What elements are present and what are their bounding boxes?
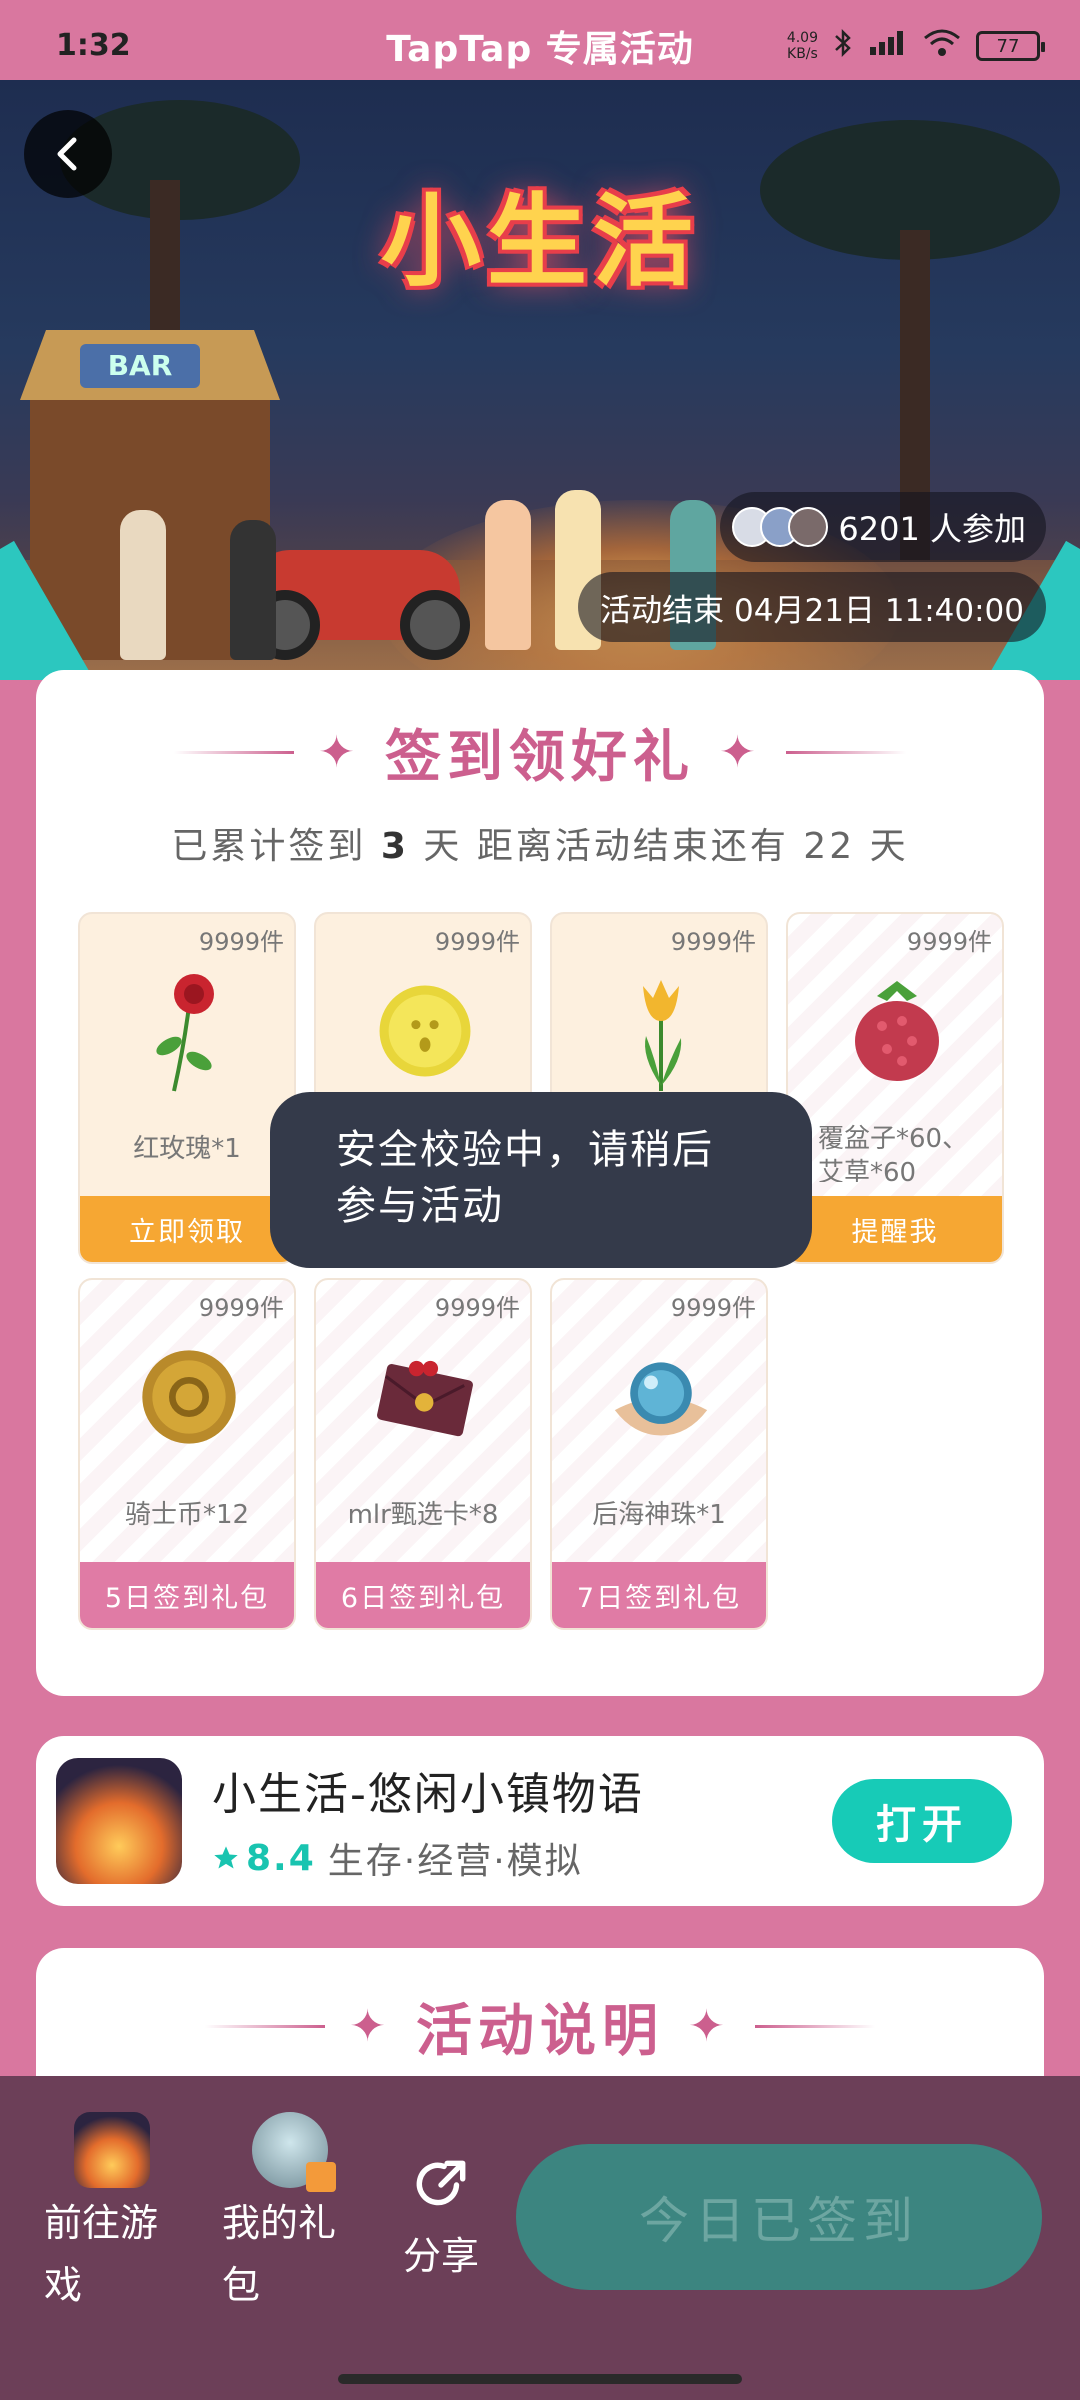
sparkle-icon: ✦	[349, 2001, 392, 2052]
my-gifts-button[interactable]: 我的礼包	[222, 2112, 352, 2316]
bar-sign: BAR	[80, 344, 200, 388]
game-icon	[74, 2112, 150, 2188]
day7-gift-button[interactable]: 7日签到礼包	[552, 1562, 766, 1628]
sparkle-icon: ✦	[318, 727, 361, 778]
game-tags: 生存·经营·模拟	[327, 1841, 583, 1882]
gift-avatar-icon	[252, 2112, 336, 2192]
participants-count: 6201 人参加	[838, 510, 1026, 548]
end-time-badge: 活动结束 04月21日 11:40:00	[578, 572, 1046, 642]
chevron-left-icon	[57, 137, 77, 171]
character	[485, 500, 531, 650]
character	[120, 510, 166, 660]
remind-me-button[interactable]: 提醒我	[788, 1196, 1002, 1262]
participant-avatars	[732, 507, 829, 547]
game-app-icon	[56, 1758, 182, 1884]
knight-coin-icon	[139, 1332, 239, 1462]
signed-today-button[interactable]: 今日已签到	[516, 2144, 1042, 2290]
checkin-title: ✦ 签到领好礼 ✦	[36, 712, 1044, 793]
sparkle-icon: ✦	[719, 727, 762, 778]
bluetooth-icon	[832, 28, 854, 64]
reward-tile[interactable]: 9999件 红玫瑰*1 立即领取	[78, 912, 296, 1264]
home-indicator[interactable]	[338, 2374, 742, 2384]
open-game-button[interactable]: 打开	[832, 1779, 1012, 1863]
network-speed: 4.09 KB/s	[786, 30, 818, 62]
envelope-icon	[375, 1332, 475, 1462]
bottom-action-bar: 前往游戏 我的礼包 分享 今日已签到	[0, 2076, 1080, 2400]
rose-icon	[139, 966, 239, 1096]
game-rating: 8.4	[212, 1838, 316, 1879]
claim-button[interactable]: 立即领取	[80, 1196, 294, 1262]
back-button[interactable]	[24, 110, 112, 198]
star-icon	[214, 1846, 238, 1869]
coin-icon	[375, 966, 475, 1096]
share-icon	[416, 2160, 466, 2206]
share-button[interactable]: 分享	[396, 2154, 486, 2280]
reward-tile[interactable]: 9999件 骑士币*12 5日签到礼包	[78, 1278, 296, 1630]
reward-tile[interactable]: 9999件 mlr甄选卡*8 6日签到礼包	[314, 1278, 532, 1630]
sparkle-icon: ✦	[688, 2001, 731, 2052]
game-name: 小生活-悠闲小镇物语	[212, 1769, 644, 1820]
character	[230, 520, 276, 660]
participants-badge: 6201 人参加	[720, 492, 1046, 562]
status-icons: 4.09 KB/s 77	[786, 28, 1045, 64]
wifi-icon	[922, 28, 962, 64]
game-logo: 小生活	[381, 183, 699, 300]
reward-tile[interactable]: 9999件 覆盆子*60、艾草*60 提醒我	[786, 912, 1004, 1264]
raspberry-icon	[847, 966, 947, 1096]
go-to-game-button[interactable]: 前往游戏	[44, 2112, 174, 2316]
game-info-card[interactable]: 小生活-悠闲小镇物语 8.4 生存·经营·模拟 打开	[36, 1736, 1044, 1906]
tulip-icon	[611, 966, 711, 1096]
signal-icon	[868, 29, 908, 63]
day5-gift-button[interactable]: 5日签到礼包	[80, 1562, 294, 1628]
checkin-summary: 已累计签到 3 天 距离活动结束还有 22 天	[171, 826, 909, 867]
security-check-toast: 安全校验中，请稍后参与活动	[270, 1092, 812, 1268]
battery-icon: 77	[976, 31, 1045, 61]
description-title: ✦ 活动说明 ✦	[36, 1986, 1044, 2067]
pearl-icon	[611, 1332, 711, 1462]
reward-tile[interactable]: 9999件 后海神珠*1 7日签到礼包	[550, 1278, 768, 1630]
day6-gift-button[interactable]: 6日签到礼包	[316, 1562, 530, 1628]
